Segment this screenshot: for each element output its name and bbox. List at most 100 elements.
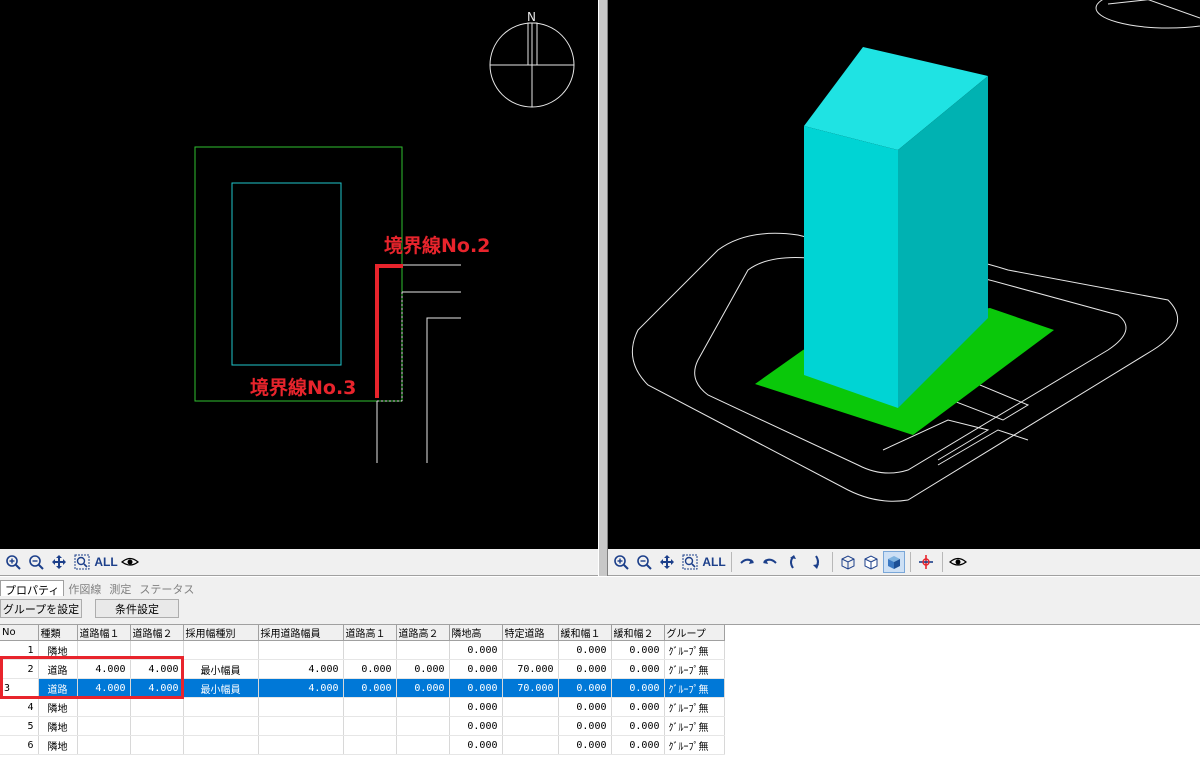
table-cell[interactable]: 道路 <box>38 678 78 698</box>
table-cell[interactable]: 0.000 <box>343 659 397 679</box>
rotate-right-icon[interactable] <box>759 551 781 573</box>
table-cell[interactable]: 0.000 <box>558 716 612 736</box>
wireframe-icon[interactable] <box>837 551 859 573</box>
col-header[interactable]: 道路幅１ <box>77 625 131 641</box>
table-cell[interactable] <box>502 640 559 660</box>
table-cell[interactable]: 6 <box>0 735 39 755</box>
table-cell[interactable]: 4.000 <box>130 659 184 679</box>
table-cell[interactable] <box>183 735 259 755</box>
zoom-in-icon[interactable] <box>2 551 24 573</box>
table-row[interactable]: 3 道路 4.000 4.000 最小幅員 4.000 0.000 0.000 0.000 70.… <box>0 678 725 698</box>
rotate-down-icon[interactable] <box>805 551 827 573</box>
table-cell[interactable]: 0.000 <box>611 735 665 755</box>
table-cell[interactable] <box>130 716 184 736</box>
col-header[interactable]: 緩和幅１ <box>558 625 612 641</box>
table-cell[interactable] <box>343 697 397 717</box>
view-eye-icon[interactable] <box>119 551 141 573</box>
table-cell[interactable]: 0.000 <box>449 640 503 660</box>
table-cell[interactable] <box>77 697 131 717</box>
table-cell[interactable]: 4.000 <box>77 659 131 679</box>
table-cell[interactable] <box>258 716 344 736</box>
table-cell[interactable] <box>258 640 344 660</box>
table-cell[interactable]: 隣地 <box>38 640 78 660</box>
plan-canvas[interactable]: N <box>0 0 598 549</box>
table-cell[interactable]: 0.000 <box>558 735 612 755</box>
table-row[interactable]: 5 隣地 0.000 0.000 0.000 ｸﾞﾙｰﾌﾟ無 <box>0 716 725 736</box>
col-header[interactable]: 道路高２ <box>396 625 450 641</box>
table-cell[interactable]: 最小幅員 <box>183 659 259 679</box>
table-cell[interactable] <box>258 697 344 717</box>
col-header[interactable]: 種類 <box>38 625 78 641</box>
tab-status[interactable]: ステータス <box>135 580 198 596</box>
tab-drawing-lines[interactable]: 作図線 <box>64 580 105 596</box>
table-cell[interactable]: 5 <box>0 716 39 736</box>
col-header[interactable]: 道路幅２ <box>130 625 184 641</box>
col-header[interactable]: グループ <box>664 625 725 641</box>
table-cell[interactable]: 0.000 <box>396 659 450 679</box>
table-cell[interactable]: 2 <box>0 659 39 679</box>
table-cell[interactable] <box>502 716 559 736</box>
table-cell[interactable] <box>502 697 559 717</box>
perspective-view[interactable] <box>608 0 1200 549</box>
pan-icon[interactable] <box>656 551 678 573</box>
table-cell[interactable]: 4.000 <box>130 678 184 698</box>
table-cell[interactable]: 1 <box>0 640 39 660</box>
table-cell[interactable]: 隣地 <box>38 697 78 717</box>
table-cell[interactable]: 4.000 <box>258 659 344 679</box>
table-cell[interactable]: 0.000 <box>449 735 503 755</box>
set-group-button[interactable]: グループを設定 <box>0 599 82 618</box>
table-cell[interactable] <box>343 735 397 755</box>
table-cell[interactable]: 3 <box>0 678 39 698</box>
zoom-window-icon[interactable] <box>679 551 701 573</box>
table-cell[interactable]: 0.000 <box>343 678 397 698</box>
table-cell[interactable]: ｸﾞﾙｰﾌﾟ無 <box>664 716 725 736</box>
table-cell[interactable]: 0.000 <box>449 716 503 736</box>
tab-measure[interactable]: 測定 <box>105 580 135 596</box>
col-header[interactable]: 隣地高 <box>449 625 503 641</box>
table-cell[interactable]: ｸﾞﾙｰﾌﾟ無 <box>664 735 725 755</box>
table-cell[interactable]: 4.000 <box>77 678 131 698</box>
table-cell[interactable]: 0.000 <box>611 640 665 660</box>
view-splitter[interactable] <box>598 0 608 576</box>
table-row[interactable]: 1 隣地 0.000 0.000 0.000 ｸﾞﾙｰﾌﾟ無 <box>0 640 725 660</box>
view-eye-icon[interactable] <box>947 551 969 573</box>
table-cell[interactable]: 0.000 <box>611 659 665 679</box>
table-cell[interactable]: ｸﾞﾙｰﾌﾟ無 <box>664 678 725 698</box>
table-cell[interactable]: 0.000 <box>611 697 665 717</box>
table-cell[interactable]: 0.000 <box>611 678 665 698</box>
table-cell[interactable]: 最小幅員 <box>183 678 259 698</box>
table-row[interactable]: 2 道路 4.000 4.000 最小幅員 4.000 0.000 0.000 0.000 70.… <box>0 659 725 679</box>
pan-icon[interactable] <box>48 551 70 573</box>
table-cell[interactable] <box>343 716 397 736</box>
table-cell[interactable]: 0.000 <box>449 678 503 698</box>
table-row[interactable]: 4 隣地 0.000 0.000 0.000 ｸﾞﾙｰﾌﾟ無 <box>0 697 725 717</box>
shaded-icon[interactable] <box>883 551 905 573</box>
table-cell[interactable] <box>77 716 131 736</box>
table-row[interactable]: 6 隣地 0.000 0.000 0.000 ｸﾞﾙｰﾌﾟ無 <box>0 735 725 755</box>
table-cell[interactable] <box>396 735 450 755</box>
col-header[interactable]: 道路高１ <box>343 625 397 641</box>
col-header[interactable]: 緩和幅２ <box>611 625 665 641</box>
table-cell[interactable] <box>258 735 344 755</box>
table-cell[interactable]: 70.000 <box>502 678 559 698</box>
table-cell[interactable]: 0.000 <box>558 640 612 660</box>
table-cell[interactable] <box>396 697 450 717</box>
table-cell[interactable] <box>183 716 259 736</box>
zoom-window-icon[interactable] <box>71 551 93 573</box>
col-header[interactable]: 採用幅種別 <box>183 625 259 641</box>
table-cell[interactable]: 0.000 <box>449 697 503 717</box>
tab-properties[interactable]: プロパティ <box>0 580 65 597</box>
condition-settings-button[interactable]: 条件設定 <box>95 599 179 618</box>
table-cell[interactable] <box>396 716 450 736</box>
col-header[interactable]: No <box>0 625 39 641</box>
rotate-left-icon[interactable] <box>736 551 758 573</box>
axis-icon[interactable] <box>915 551 937 573</box>
zoom-all-button[interactable]: ALL <box>702 551 726 573</box>
table-cell[interactable] <box>183 697 259 717</box>
zoom-out-icon[interactable] <box>25 551 47 573</box>
zoom-in-icon[interactable] <box>610 551 632 573</box>
table-cell[interactable] <box>502 735 559 755</box>
plan-view[interactable]: N 境界線No.2 境界線No.3 <box>0 0 598 549</box>
table-cell[interactable]: ｸﾞﾙｰﾌﾟ無 <box>664 697 725 717</box>
table-cell[interactable]: 4.000 <box>258 678 344 698</box>
